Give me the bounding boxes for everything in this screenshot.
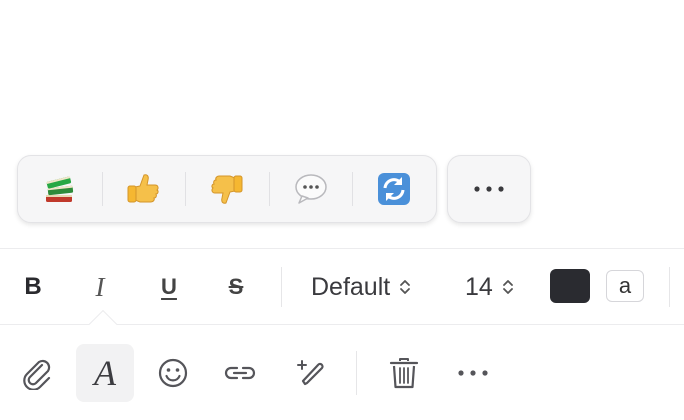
emoji-button[interactable] [144,344,202,402]
bold-button[interactable]: B [18,271,48,303]
text-color-swatch[interactable] [550,269,590,303]
paperclip-icon [23,359,51,390]
up-down-chevron-icon [400,280,411,294]
font-size-value: 14 [465,272,493,301]
font-size-select[interactable]: 14 [465,271,515,303]
books-emoji-icon [45,176,73,202]
reaction-thumbs-up[interactable] [101,156,186,222]
compose-toolbar: A [0,325,684,420]
pen-sparkle-icon [297,360,324,386]
ai-write-button[interactable] [282,344,340,402]
attach-button[interactable] [8,344,66,402]
reaction-books[interactable] [18,156,102,222]
reaction-speech-bubble[interactable] [268,156,353,222]
reaction-thumbs-down[interactable] [185,156,269,222]
more-horizontal-icon [474,186,504,192]
divider [356,351,357,395]
more-reactions-button[interactable] [447,155,531,223]
repeat-arrows-emoji-icon [378,173,411,205]
text-format-button[interactable]: A [76,344,134,402]
delete-button[interactable] [375,344,433,402]
speech-bubble-emoji-icon [294,174,327,204]
highlight-label: a [618,273,632,298]
underline-button[interactable]: U [154,271,184,303]
divider [669,267,670,307]
reaction-repeat[interactable] [352,156,436,222]
divider [281,267,282,307]
more-horizontal-icon [458,370,488,376]
thumbs-down-emoji-icon [211,175,243,204]
up-down-chevron-icon [502,280,513,294]
thumbs-up-emoji-icon [127,174,159,203]
italic-button[interactable]: I [86,271,114,303]
strikethrough-button[interactable]: S [220,271,252,303]
reaction-bar [17,155,437,223]
font-family-select[interactable]: Default [311,271,412,303]
highlight-button[interactable]: a [606,270,644,302]
text-format-icon: A [94,353,116,393]
trash-icon [389,358,419,389]
link-button[interactable] [211,344,269,402]
link-icon [224,366,256,380]
more-options-button[interactable] [444,344,502,402]
font-family-value: Default [311,272,391,301]
smiley-icon [158,358,188,388]
